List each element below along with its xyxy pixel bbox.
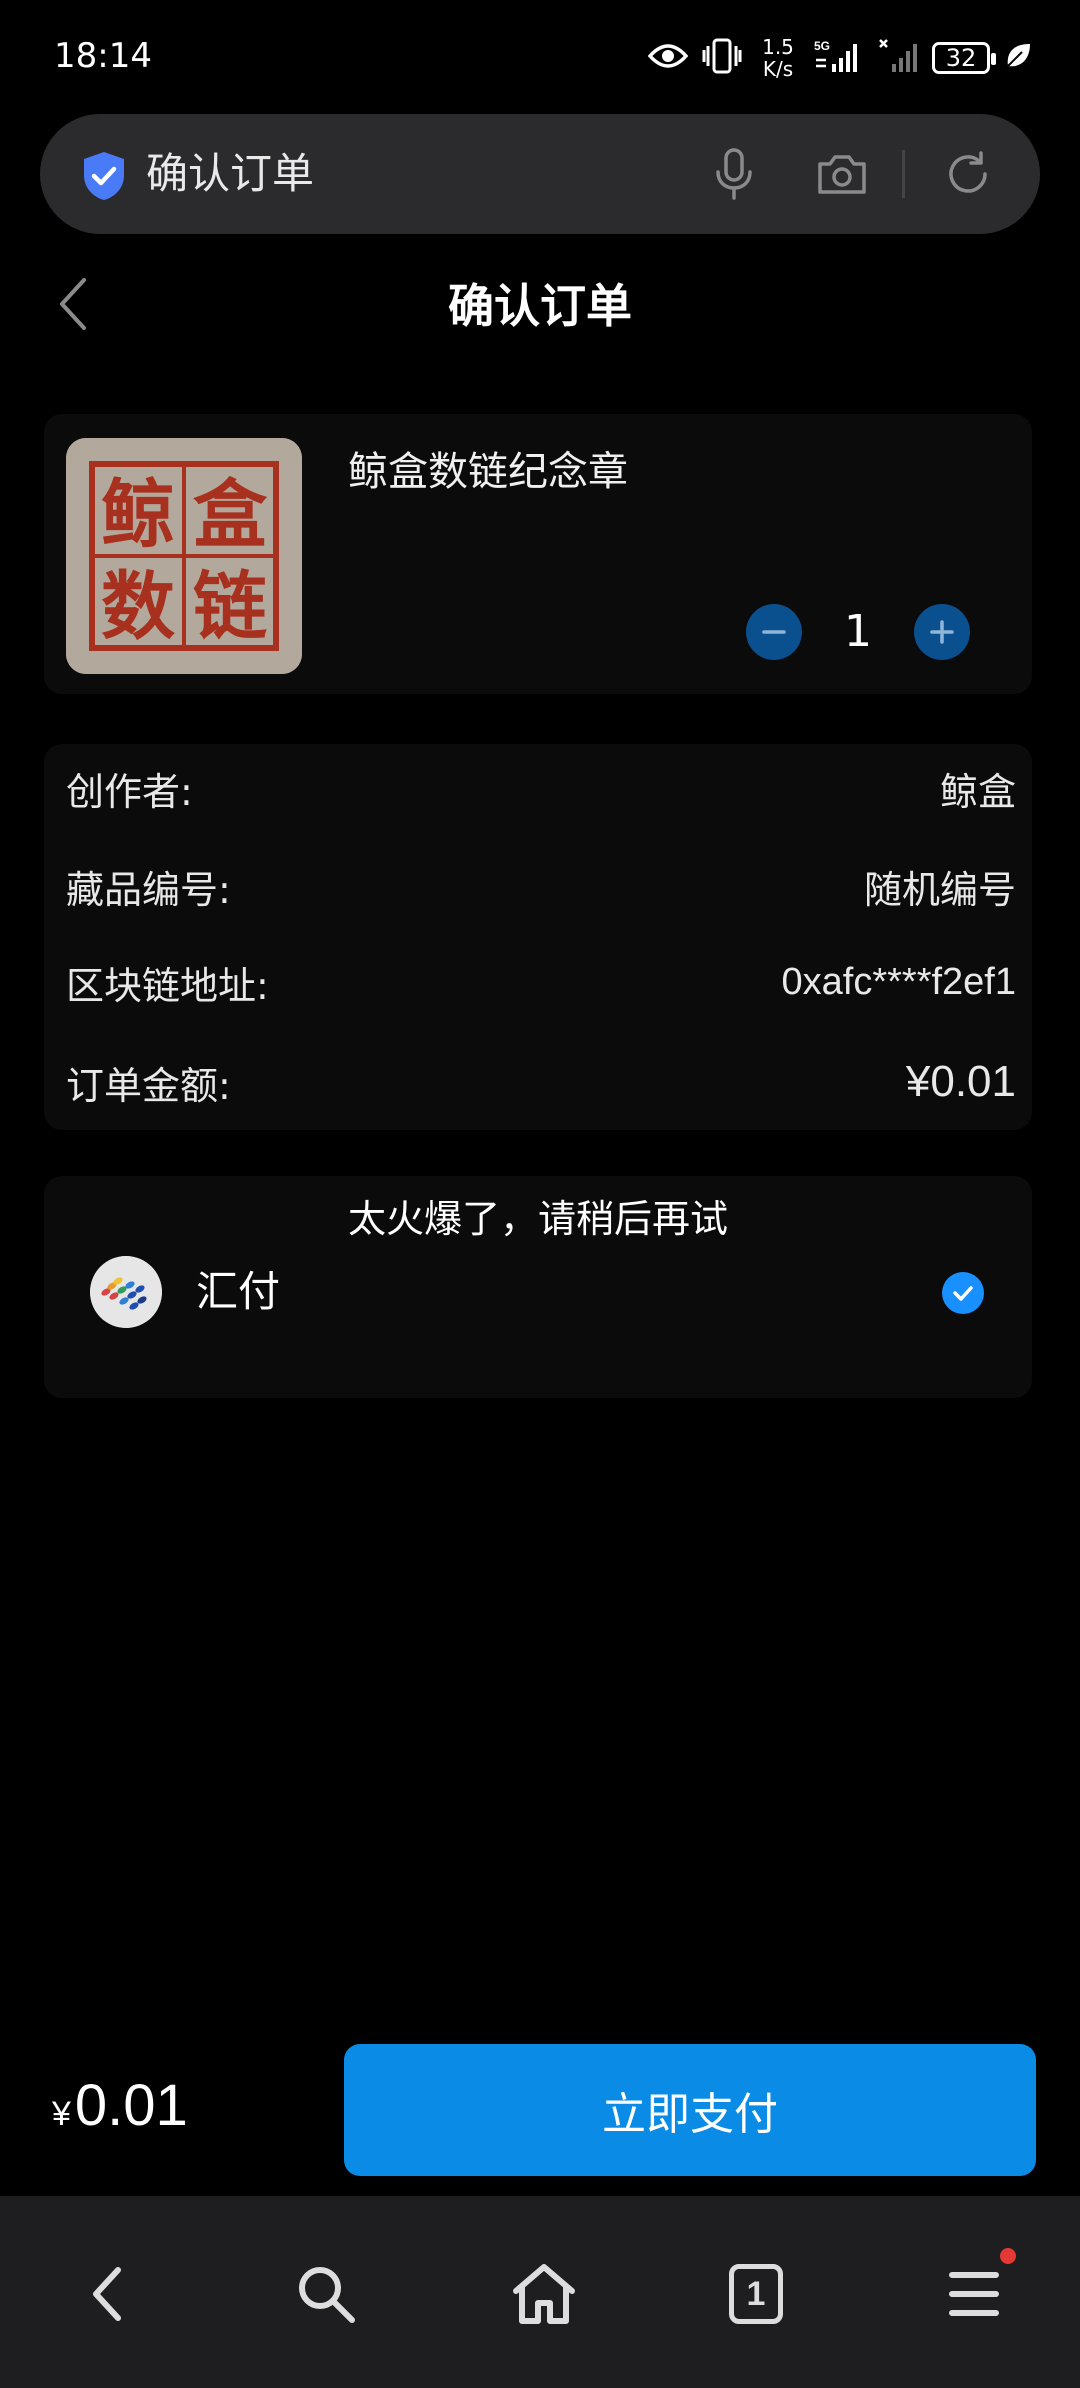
svg-text:盒: 盒 (193, 472, 268, 558)
net-speed-value: 1.5 (762, 35, 794, 59)
detail-row-order-amount: 订单金额: ¥0.01 (66, 1052, 1016, 1112)
quantity-decrease-button[interactable] (746, 604, 802, 660)
total-value: 0.01 (74, 2073, 188, 2138)
battery-icon: 32 (932, 42, 996, 74)
address-title[interactable]: 确认订单 (146, 144, 314, 204)
net-speed: 1.5 K/s (756, 36, 800, 80)
product-name: 鲸盒数链纪念章 (348, 449, 628, 495)
quantity-increase-button[interactable] (914, 604, 970, 660)
detail-value: 鲸盒 (939, 771, 1016, 814)
menu-icon[interactable] (932, 2252, 1016, 2336)
back-icon[interactable] (66, 2252, 150, 2336)
payment-method-name[interactable]: 汇付 (196, 1262, 280, 1322)
search-icon[interactable] (284, 2252, 368, 2336)
home-icon[interactable] (502, 2252, 586, 2336)
tab-count: 1 (729, 2264, 783, 2324)
payment-method-card: 太火爆了，请稍后再试 汇付 (44, 1176, 1032, 1398)
browser-bottom-nav: 1 (0, 2196, 1080, 2388)
plus-icon (930, 620, 954, 644)
detail-label: 订单金额: (66, 1063, 231, 1108)
status-bar: 18:14 1.5 K/s 5G 32 (0, 0, 1080, 112)
vibrate-icon (702, 38, 742, 78)
eye-icon (647, 42, 689, 74)
notification-dot (1000, 2248, 1016, 2264)
signal-weak-icon (878, 38, 918, 78)
svg-text:链: 链 (193, 564, 267, 650)
net-speed-unit: K/s (762, 57, 794, 81)
total-amount: ¥ 0.01 (52, 2072, 188, 2152)
status-icons: 1.5 K/s 5G 32 (647, 30, 1032, 86)
quantity-value: 1 (844, 606, 872, 657)
huifu-logo-icon (90, 1256, 162, 1328)
product-card: 鲸 盒 数 链 鲸盒数链纪念章 1 (44, 414, 1032, 694)
address-separator (902, 150, 905, 198)
status-time: 18:14 (54, 36, 152, 76)
browser-address-bar[interactable]: 确认订单 (40, 114, 1040, 234)
minus-icon (762, 630, 786, 634)
shield-icon (80, 150, 128, 202)
detail-label: 区块链地址: (66, 963, 269, 1008)
product-image: 鲸 盒 数 链 (66, 438, 302, 674)
page-title: 确认订单 (448, 279, 632, 333)
detail-row-blockchain-address: 区块链地址: 0xafc****f2ef1 (66, 952, 1016, 1012)
network-label: 5G (814, 39, 830, 53)
tabs-icon[interactable]: 1 (714, 2252, 798, 2336)
toast-message: 太火爆了，请稍后再试 (347, 1197, 728, 1241)
detail-row-creator: 创作者: 鲸盒 (66, 758, 1016, 818)
detail-label: 创作者: (66, 769, 193, 814)
detail-value: 随机编号 (863, 869, 1016, 912)
svg-text:数: 数 (101, 564, 175, 650)
camera-icon[interactable] (812, 144, 872, 204)
microphone-icon[interactable] (704, 144, 764, 204)
checkmark-icon[interactable] (942, 1272, 984, 1314)
refresh-icon[interactable] (938, 144, 998, 204)
currency-symbol: ¥ (52, 2095, 71, 2133)
order-details-card: 创作者: 鲸盒 藏品编号: 随机编号 区块链地址: 0xafc****f2ef1… (44, 744, 1032, 1130)
signal-icon: 5G (814, 38, 864, 78)
seal-logo: 鲸 盒 数 链 (66, 438, 302, 674)
leaf-icon (1004, 42, 1032, 74)
detail-value: 0xafc****f2ef1 (781, 960, 1017, 1003)
detail-row-collection-number: 藏品编号: 随机编号 (66, 856, 1016, 916)
detail-value: ¥0.01 (905, 1057, 1016, 1106)
pay-now-button[interactable]: 立即支付 (344, 2044, 1036, 2176)
detail-label: 藏品编号: (66, 867, 231, 912)
svg-text:鲸: 鲸 (101, 472, 175, 558)
battery-level: 32 (945, 44, 977, 72)
